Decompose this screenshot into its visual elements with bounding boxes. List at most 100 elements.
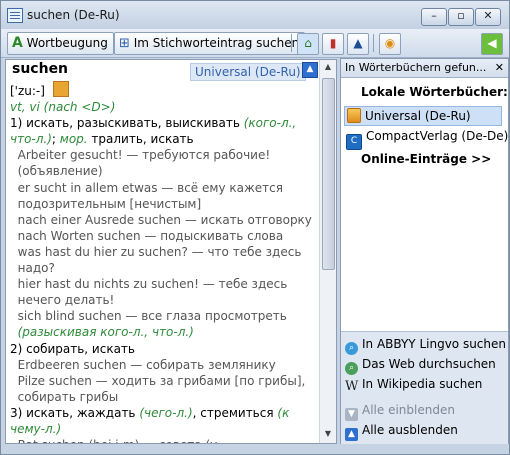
article-line: nach Worten suchen — подыскивать слова bbox=[10, 228, 320, 244]
article-line: hier hast du nichts zu suchen! — тебе зд… bbox=[10, 276, 320, 292]
scroll-up-arrow[interactable]: ▲ bbox=[323, 62, 333, 74]
article-line: 2) собирать, искать bbox=[10, 341, 320, 357]
article-text: Rat suchen (bei j-m) — совета (у bbox=[10, 438, 218, 443]
article-body: ['zu:-] vt, vi (nach <D>) 1) искать, разы… bbox=[10, 81, 320, 443]
lingvo-search-label: In ABBYY Lingvo suchen bbox=[362, 337, 506, 351]
web-search-link[interactable]: ⌕ Das Web durchsuchen bbox=[345, 355, 496, 375]
article-text: (чего-л.) bbox=[139, 405, 193, 420]
article-line: Erdbeeren suchen — собирать землянику bbox=[10, 357, 320, 373]
scroll-down-arrow[interactable]: ▼ bbox=[323, 429, 333, 441]
binoculars-icon: ⊞ bbox=[119, 36, 130, 51]
article-text: 1) искать, разыскивать, выискивать bbox=[10, 116, 244, 131]
show-all-button[interactable]: ▼ Alle einblenden bbox=[345, 401, 455, 421]
panel-close-icon[interactable]: ✕ bbox=[495, 59, 504, 77]
article-text: нечего делать! bbox=[10, 293, 115, 308]
dict-item-label: Universal (De-Ru) bbox=[365, 109, 471, 123]
dictionary-button[interactable]: ▮ bbox=[322, 33, 344, 55]
article-line: vt, vi (nach <D>) bbox=[10, 99, 320, 115]
show-all-label: Alle einblenden bbox=[362, 403, 455, 417]
article-line: (объявление) bbox=[10, 163, 320, 179]
home-icon: ⌂ bbox=[304, 36, 312, 50]
article-text: (к bbox=[277, 405, 290, 420]
article-text: Arbeiter gesucht! — требуются рабочие! bbox=[10, 148, 271, 163]
article-line: что-л.); мор. тралить, искать bbox=[10, 131, 320, 147]
lingvo-search-link[interactable]: ⌕ In ABBYY Lingvo suchen bbox=[345, 335, 506, 355]
article-text: надо? bbox=[10, 261, 55, 276]
close-button[interactable]: ✕ bbox=[475, 8, 501, 26]
article-text: (объявление) bbox=[10, 164, 103, 179]
globe-search-icon: ⌕ bbox=[345, 342, 358, 355]
article-line: Pilze suchen — ходить за грибами [по гри… bbox=[10, 373, 320, 389]
graduation-cap-icon: ▲ bbox=[353, 36, 363, 50]
article-line: was hast du hier zu suchen? — что тебе з… bbox=[10, 244, 320, 260]
back-button[interactable]: ◀ bbox=[481, 33, 503, 55]
sound-button[interactable]: ◉ bbox=[379, 33, 401, 55]
article-text: что-л.) bbox=[151, 325, 194, 340]
online-entries-link[interactable]: Online-Einträge >> bbox=[361, 152, 491, 166]
stichwort-search-button[interactable]: ⊞ Im Stichworteintrag suchen bbox=[114, 32, 306, 55]
toolbar: A Wortbeugung ⊞ Im Stichworteintrag such… bbox=[1, 29, 509, 58]
dictionary-book-icon bbox=[347, 108, 361, 123]
article-line: нечего делать! bbox=[10, 292, 320, 308]
collapse-up-button[interactable]: ▲ bbox=[302, 62, 318, 78]
app-window: suchen (De-Ru) – ▫ ✕ A Wortbeugung ⊞ Im … bbox=[0, 0, 510, 455]
speaker-icon: ◉ bbox=[384, 36, 396, 50]
article-scrollbar[interactable]: ▲ ▼ bbox=[319, 60, 336, 443]
window-title: suchen (De-Ru) bbox=[27, 8, 120, 22]
article-line: er sucht in allem etwas — всё ему кажетс… bbox=[10, 180, 320, 196]
article-line: надо? bbox=[10, 260, 320, 276]
transcription-text: ['zu:-] bbox=[10, 84, 45, 98]
stichwort-label: Im Stichworteintrag suchen bbox=[133, 36, 300, 50]
found-in-dictionaries-panel: In Wörterbüchern gefun... ✕ Lokale Wörte… bbox=[340, 58, 509, 444]
web-search-label: Das Web durchsuchen bbox=[362, 357, 496, 371]
magnifier-icon: ⌕ bbox=[345, 362, 358, 375]
book-icon: ▮ bbox=[329, 36, 337, 50]
wikipedia-search-label: In Wikipedia suchen bbox=[362, 377, 483, 391]
article-text: 3) искать, жаждать bbox=[10, 405, 140, 420]
article-text: 2) собирать, искать bbox=[10, 341, 135, 356]
compactverlag-icon: C bbox=[346, 134, 362, 150]
panel-header-title: In Wörterbüchern gefun... bbox=[345, 61, 487, 74]
dictionary-label[interactable]: Universal (De-Ru) bbox=[190, 63, 306, 81]
article-text: Pilze suchen — ходить за грибами [по гри… bbox=[10, 373, 306, 388]
article-text: что-л.) bbox=[10, 132, 52, 147]
article-text: vt, vi (nach <D>) bbox=[10, 100, 116, 115]
chevron-up-icon: ▲ bbox=[306, 64, 314, 74]
wikipedia-icon: W bbox=[345, 379, 359, 394]
maximize-button[interactable]: ▫ bbox=[448, 8, 474, 26]
home-button[interactable]: ⌂ bbox=[297, 33, 319, 55]
education-button[interactable]: ▲ bbox=[347, 33, 369, 55]
article-line: sich blind suchen — все глаза просмотрет… bbox=[10, 308, 320, 324]
article-text: подозрительным [нечистым] bbox=[10, 196, 202, 211]
hide-all-label: Alle ausblenden bbox=[362, 423, 458, 437]
title-bar: suchen (De-Ru) – ▫ ✕ bbox=[1, 1, 509, 29]
toolbar-separator bbox=[373, 34, 374, 52]
grammar-icon: A bbox=[12, 35, 23, 51]
article-text: er sucht in allem etwas — всё ему кажетс… bbox=[10, 180, 283, 195]
article-text: , стремиться bbox=[192, 405, 278, 420]
article-line: чему-л.) bbox=[10, 421, 320, 437]
article-text: was hast du hier zu suchen? — что тебе з… bbox=[10, 244, 302, 259]
dict-item-compactverlag[interactable]: C CompactVerlag (De-De) bbox=[344, 127, 508, 150]
sound-icon[interactable] bbox=[52, 81, 69, 97]
article-line: 3) искать, жаждать (чего-л.), стремиться… bbox=[10, 405, 320, 421]
app-icon bbox=[7, 8, 23, 23]
dict-item-universal[interactable]: Universal (De-Ru) bbox=[344, 106, 502, 126]
dict-item-label: CompactVerlag (De-De) bbox=[366, 129, 509, 143]
minimize-button[interactable]: – bbox=[421, 8, 447, 26]
wortbeugung-label: Wortbeugung bbox=[26, 36, 108, 50]
article-text: чему-л.) bbox=[10, 421, 62, 436]
article-text: (разыскивая bbox=[10, 325, 101, 340]
wortbeugung-button[interactable]: A Wortbeugung bbox=[7, 32, 114, 55]
scroll-thumb[interactable] bbox=[322, 78, 335, 270]
article-line: Rat suchen (bei j-m) — совета (у bbox=[10, 437, 320, 443]
hide-all-button[interactable]: ▲ Alle ausblenden bbox=[345, 421, 458, 441]
article-text: sich blind suchen — все глаза просмотрет… bbox=[10, 309, 287, 324]
transcription: ['zu:-] bbox=[10, 81, 320, 99]
article-pane: suchen Universal (De-Ru) ▲ ['zu:-] vt, v… bbox=[5, 59, 337, 444]
article-line: (разыскивая кого-л., что-л.) bbox=[10, 324, 320, 340]
article-line: Arbeiter gesucht! — требуются рабочие! bbox=[10, 147, 320, 163]
chevron-down-icon: ▼ bbox=[345, 408, 358, 421]
wikipedia-search-link[interactable]: W In Wikipedia suchen bbox=[345, 375, 482, 394]
article-text: тралить, искать bbox=[87, 132, 194, 147]
